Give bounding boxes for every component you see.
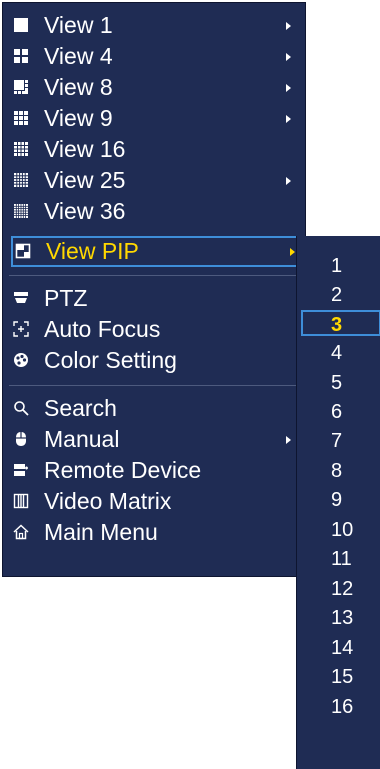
menu-item-label: View PIP: [46, 238, 139, 264]
submenu-arrow-icon: [286, 22, 291, 30]
twentyfive-view-icon: [13, 172, 29, 188]
pip-option-8[interactable]: 8: [331, 458, 342, 484]
submenu-arrow-icon: [286, 177, 291, 185]
pip-option-15[interactable]: 15: [331, 664, 353, 690]
pip-submenu: 1 2 3 4 5 6 7 8 9 10 11 12 13 14 15 16: [296, 236, 380, 769]
menu-item-view-36[interactable]: View 36: [9, 196, 299, 227]
submenu-arrow-icon: [286, 436, 291, 444]
mouse-icon: [13, 431, 29, 447]
menu-item-color-setting[interactable]: Color Setting: [9, 345, 299, 376]
menu-item-view-16[interactable]: View 16: [9, 134, 299, 165]
submenu-arrow-icon: [286, 84, 291, 92]
pip-option-label: 6: [331, 401, 343, 423]
menu-item-label: View 4: [44, 43, 113, 69]
menu-item-main-menu[interactable]: Main Menu: [9, 517, 299, 548]
pip-option-label: 12: [331, 578, 354, 600]
pip-option-label: 11: [331, 548, 352, 570]
pip-option-5[interactable]: 5: [331, 370, 342, 396]
pip-option-label: 15: [331, 666, 354, 688]
pip-option-label: 7: [331, 430, 343, 452]
pip-option-3[interactable]: 3: [301, 310, 380, 336]
menu-item-view-8[interactable]: View 8: [9, 72, 299, 103]
menu-item-label: Remote Device: [44, 457, 202, 483]
pip-option-label: 9: [331, 489, 343, 511]
pip-option-4[interactable]: 4: [331, 340, 342, 366]
pip-option-label: 4: [331, 342, 343, 364]
pip-option-13[interactable]: 13: [331, 605, 353, 631]
eight-view-icon: [13, 79, 29, 95]
pip-view-icon: [15, 243, 31, 259]
sixteen-view-icon: [13, 141, 29, 157]
menu-item-label: View 25: [44, 167, 126, 193]
pip-option-11[interactable]: 11: [331, 546, 352, 572]
pip-option-9[interactable]: 9: [331, 487, 342, 513]
menu-item-label: View 9: [44, 105, 113, 131]
menu-item-search[interactable]: Search: [9, 393, 299, 424]
pip-option-10[interactable]: 10: [331, 517, 353, 543]
pip-option-12[interactable]: 12: [331, 576, 353, 602]
menu-item-label: Manual: [44, 426, 120, 452]
single-view-icon: [13, 17, 29, 33]
submenu-arrow-icon: [290, 248, 295, 256]
menu-item-label: View 16: [44, 136, 126, 162]
auto-focus-icon: [13, 321, 29, 337]
pip-option-label: 1: [331, 255, 343, 277]
video-matrix-icon: [13, 493, 29, 509]
pip-option-14[interactable]: 14: [331, 635, 353, 661]
menu-item-label: View 36: [44, 198, 126, 224]
menu-item-label: PTZ: [44, 285, 88, 311]
pip-option-2[interactable]: 2: [331, 282, 342, 308]
menu-divider: [9, 385, 299, 386]
nine-view-icon: [13, 110, 29, 126]
submenu-arrow-icon: [286, 115, 291, 123]
search-icon: [13, 400, 29, 416]
context-menu: View 1 View 4 View 8 View 9 View 16 View…: [2, 2, 306, 577]
palette-icon: [13, 352, 29, 368]
menu-item-label: Main Menu: [44, 519, 158, 545]
submenu-arrow-icon: [286, 53, 291, 61]
home-icon: [13, 524, 29, 540]
pip-option-6[interactable]: 6: [331, 399, 342, 425]
menu-item-view-1[interactable]: View 1: [9, 10, 299, 41]
pip-option-label: 2: [331, 284, 343, 306]
pip-option-label: 10: [331, 519, 354, 541]
menu-item-manual[interactable]: Manual: [9, 424, 299, 455]
pip-option-label: 14: [331, 637, 354, 659]
menu-item-remote-device[interactable]: Remote Device: [9, 455, 299, 486]
menu-item-ptz[interactable]: PTZ: [9, 283, 299, 314]
remote-device-icon: [13, 462, 29, 478]
ptz-camera-icon: [13, 290, 29, 306]
pip-option-label: 5: [331, 372, 343, 394]
menu-item-label: Video Matrix: [44, 488, 172, 514]
menu-item-label: Color Setting: [44, 347, 177, 373]
menu-item-view-pip[interactable]: View PIP: [11, 236, 303, 267]
menu-item-label: View 1: [44, 12, 113, 38]
pip-option-label: 3: [331, 314, 343, 336]
quad-view-icon: [13, 48, 29, 64]
pip-option-1[interactable]: 1: [331, 253, 342, 279]
menu-divider: [9, 275, 299, 276]
pip-option-label: 13: [331, 607, 354, 629]
menu-item-label: Auto Focus: [44, 316, 161, 342]
menu-item-video-matrix[interactable]: Video Matrix: [9, 486, 299, 517]
menu-item-view-25[interactable]: View 25: [9, 165, 299, 196]
menu-item-view-9[interactable]: View 9: [9, 103, 299, 134]
menu-item-auto-focus[interactable]: Auto Focus: [9, 314, 299, 345]
pip-option-16[interactable]: 16: [331, 694, 353, 720]
pip-option-7[interactable]: 7: [331, 428, 342, 454]
pip-option-label: 16: [331, 696, 354, 718]
pip-option-label: 8: [331, 460, 343, 482]
menu-item-label: View 8: [44, 74, 113, 100]
thirtysix-view-icon: [13, 203, 29, 219]
menu-item-label: Search: [44, 395, 117, 421]
menu-item-view-4[interactable]: View 4: [9, 41, 299, 72]
